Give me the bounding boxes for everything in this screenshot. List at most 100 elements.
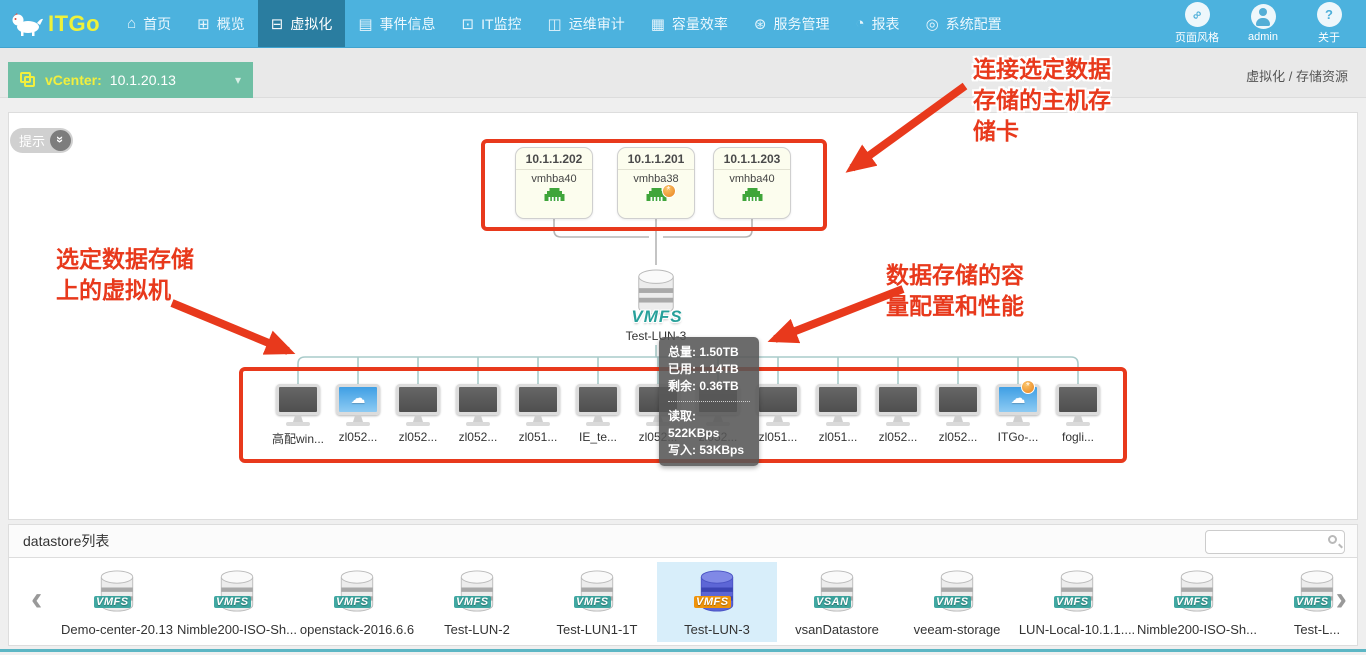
nav-item-ops-audit[interactable]: ◫运维审计	[535, 0, 638, 47]
hba-name: vmhba38	[618, 173, 694, 185]
host-adapter-card[interactable]: 10.1.1.201 vmhba38 *	[617, 147, 695, 219]
admin-user-button[interactable]: admin	[1234, 4, 1292, 43]
vm-monitor-icon	[568, 384, 628, 426]
nav-item-home[interactable]: ⌂首页	[114, 0, 184, 47]
datastore-cylinder-icon: VMFS	[1295, 566, 1339, 618]
home-icon: ⌂	[127, 15, 136, 32]
footer-accent-line	[0, 649, 1366, 652]
vm-monitor-icon	[388, 384, 448, 426]
vm-item[interactable]: zl051...	[808, 384, 868, 447]
datastore-item[interactable]: VMFSNimble200-ISO-Sh...	[1137, 562, 1257, 642]
vm-item[interactable]: ☁zl052...	[328, 384, 388, 447]
vm-monitor-icon	[868, 384, 928, 426]
hint-toggle[interactable]: 提示 »	[10, 128, 73, 153]
datastore-list-header: datastore列表	[8, 524, 1358, 558]
vm-item[interactable]: ☁*ITGo-...	[988, 384, 1048, 447]
datastore-search-input[interactable]	[1205, 530, 1345, 554]
chevron-down-icon: ▾	[235, 73, 241, 87]
datastore-tooltip: 总量: 1.50TB 已用: 1.14TB 剩余: 0.36TB 读取: 522…	[659, 337, 759, 466]
vcenter-selector[interactable]: vCenter: 10.1.20.13 ▾	[8, 62, 253, 98]
vm-item[interactable]: zl052...	[928, 384, 988, 447]
brand[interactable]: ITGo	[0, 0, 114, 47]
vm-monitor-icon: ☁	[328, 384, 388, 426]
tooltip-row: 剩余: 0.36TB	[668, 378, 750, 395]
link-icon: ∞	[1185, 2, 1210, 27]
page-style-button[interactable]: ∞ 页面风格	[1168, 2, 1226, 45]
nav-item-it-monitoring[interactable]: ⊡IT监控	[449, 0, 535, 47]
topology-panel: 10.1.1.202 vmhba40 10.1.1.201 vmhba38 * …	[8, 112, 1358, 520]
nav-item-service-mgmt[interactable]: ⊛服务管理	[741, 0, 843, 47]
datastore-item[interactable]: VMFSopenstack-2016.6.6	[297, 562, 417, 642]
vm-item[interactable]: zl051...	[508, 384, 568, 447]
datastore-list: ‹ VMFSDemo-center-20.13 VMFSNimble200-IS…	[8, 558, 1358, 646]
vm-item[interactable]: zl052...	[868, 384, 928, 447]
vm-item[interactable]: zl052...	[448, 384, 508, 447]
vm-monitor-icon	[928, 384, 988, 426]
tooltip-row: 写入: 53KBps	[668, 442, 750, 459]
help-icon: ?	[1317, 2, 1342, 27]
datastore-item[interactable]: VMFSLUN-Local-10.1.1....	[1017, 562, 1137, 642]
nav-item-events[interactable]: ▤事件信息	[345, 0, 448, 47]
datastore-item[interactable]: VMFSTest-LUN-2	[417, 562, 537, 642]
itgo-dog-logo-icon	[10, 11, 44, 37]
hba-name: vmhba40	[714, 173, 790, 185]
datastore-cylinder-icon: VMFS	[1055, 566, 1099, 618]
datastore-cylinder-icon: VMFS	[575, 566, 619, 618]
system-config-icon: ◎	[926, 15, 939, 33]
nav-item-virtualization[interactable]: ⊟虚拟化	[258, 0, 346, 47]
virtualization-icon: ⊟	[271, 15, 284, 33]
nav-item-overview[interactable]: ⊞概览	[184, 0, 258, 47]
vmfs-label: VMFS	[609, 307, 705, 327]
datastore-item[interactable]: VSANvsanDatastore	[777, 562, 897, 642]
datastore-cylinder-icon: VMFS	[95, 566, 139, 618]
host-ip: 10.1.1.201	[618, 148, 694, 170]
tooltip-row: 已用: 1.14TB	[668, 361, 750, 378]
datastore-item[interactable]: VMFSNimble200-ISO-Sh...	[177, 562, 297, 642]
datastore-items: VMFSDemo-center-20.13 VMFSNimble200-ISO-…	[57, 562, 1358, 642]
vm-item[interactable]: zl052...	[388, 384, 448, 447]
datastore-cylinder-icon: VMFS	[935, 566, 979, 618]
cloud-icon: ☁	[339, 389, 377, 407]
datastore-cylinder-icon: VMFS	[695, 566, 739, 618]
report-icon: ◔	[856, 15, 865, 32]
service-icon: ⊛	[754, 15, 767, 33]
vm-monitor-icon	[1048, 384, 1108, 426]
ethernet-adapter-icon	[742, 187, 763, 207]
nav-items: ⌂首页 ⊞概览 ⊟虚拟化 ▤事件信息 ⊡IT监控 ◫运维审计 ▦容量效率 ⊛服务…	[114, 0, 1015, 47]
nav-item-reports[interactable]: ◔报表	[843, 0, 913, 47]
tooltip-separator	[668, 401, 750, 402]
datastore-item[interactable]: VMFSTest-LUN1-1T	[537, 562, 657, 642]
host-ip: 10.1.1.203	[714, 148, 790, 170]
vm-item[interactable]: 高配win...	[268, 384, 328, 447]
audit-icon: ◫	[548, 15, 562, 33]
vcenter-value: 10.1.20.13	[110, 72, 176, 88]
top-nav: ITGo ⌂首页 ⊞概览 ⊟虚拟化 ▤事件信息 ⊡IT监控 ◫运维审计 ▦容量效…	[0, 0, 1366, 48]
host-adapter-card[interactable]: 10.1.1.202 vmhba40	[515, 147, 593, 219]
search-icon	[1328, 535, 1337, 544]
datastore-item-selected[interactable]: VMFSTest-LUN-3	[657, 562, 777, 642]
vcenter-icon	[20, 72, 37, 89]
scroll-left-button[interactable]: ‹	[31, 582, 42, 616]
datastore-item[interactable]: VMFSveeam-storage	[897, 562, 1017, 642]
page: ITGo ⌂首页 ⊞概览 ⊟虚拟化 ▤事件信息 ⊡IT监控 ◫运维审计 ▦容量效…	[0, 0, 1366, 655]
datastore-item[interactable]: VMFSDemo-center-20.13	[57, 562, 177, 642]
tooltip-row: 读取: 522KBps	[668, 408, 750, 442]
monitoring-icon: ⊡	[462, 15, 475, 33]
scroll-right-button[interactable]: ›	[1336, 582, 1347, 616]
events-icon: ▤	[358, 15, 372, 33]
host-ip: 10.1.1.202	[516, 148, 592, 170]
vm-item[interactable]: IE_te...	[568, 384, 628, 447]
datastore-cylinder-icon: VMFS	[1175, 566, 1219, 618]
capacity-icon: ▦	[651, 15, 665, 33]
nav-item-system-config[interactable]: ◎系统配置	[913, 0, 1015, 47]
nav-item-capacity[interactable]: ▦容量效率	[638, 0, 741, 47]
vm-item[interactable]: fogli...	[1048, 384, 1108, 447]
datastore-cylinder-icon: VMFS	[455, 566, 499, 618]
brand-name: ITGo	[48, 11, 100, 37]
host-adapter-card[interactable]: 10.1.1.203 vmhba40	[713, 147, 791, 219]
alert-badge-icon: *	[1021, 380, 1035, 394]
datastore-cylinder-icon: VMFS	[215, 566, 259, 618]
tooltip-row: 总量: 1.50TB	[668, 344, 750, 361]
about-button[interactable]: ? 关于	[1300, 2, 1358, 45]
vm-monitor-icon	[808, 384, 868, 426]
